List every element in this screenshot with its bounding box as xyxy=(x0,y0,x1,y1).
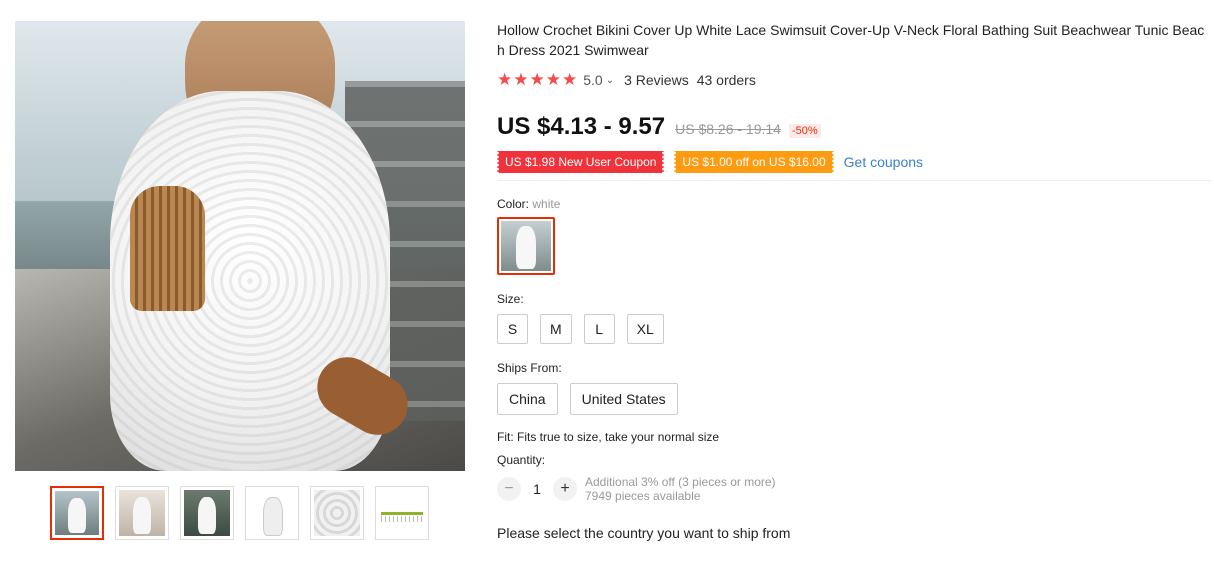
image-bamboo-bag xyxy=(130,186,205,311)
thumbnail-1[interactable] xyxy=(50,486,104,540)
color-label: Color: xyxy=(497,197,530,211)
star-rating: ★ ★ ★ ★ ★ xyxy=(497,70,577,90)
main-product-image[interactable] xyxy=(15,21,465,471)
ships-from-united-states[interactable]: United States xyxy=(569,383,678,415)
color-label-row: Color: white xyxy=(497,197,1212,211)
quantity-info: Additional 3% off (3 pieces or more) 794… xyxy=(585,475,776,503)
divider xyxy=(497,180,1212,181)
ships-from-options: China United States xyxy=(497,383,1212,415)
star-icon: ★ xyxy=(562,70,578,89)
thumbnail-6[interactable] xyxy=(375,486,429,540)
ships-from-label: Ships From: xyxy=(497,361,562,375)
orders-count: 43 orders xyxy=(696,72,756,88)
store-coupon[interactable]: US $1.00 off on US $16.00 xyxy=(673,151,835,173)
plus-icon[interactable]: + xyxy=(553,477,577,501)
size-option-m[interactable]: M xyxy=(540,314,572,344)
star-icon: ★ xyxy=(497,70,513,89)
product-info-panel: Hollow Crochet Bikini Cover Up White Lac… xyxy=(495,20,1212,541)
price-row: US $4.13 - 9.57 US $8.26 - 19.14 -50% xyxy=(497,113,1212,141)
color-swatch-image xyxy=(501,221,551,271)
current-price: US $4.13 - 9.57 xyxy=(497,113,666,140)
star-icon: ★ xyxy=(513,70,529,89)
bulk-discount-note: Additional 3% off (3 pieces or more) xyxy=(585,475,776,489)
original-price: US $8.26 - 19.14 xyxy=(675,121,781,137)
size-label: Size: xyxy=(497,292,524,306)
size-options: S M L XL xyxy=(497,314,1212,344)
star-icon: ★ xyxy=(545,70,561,89)
discount-badge: -50% xyxy=(788,124,821,138)
minus-icon[interactable]: − xyxy=(497,477,521,501)
star-icon: ★ xyxy=(529,70,545,89)
ships-from-china[interactable]: China xyxy=(497,383,558,415)
reviews-link[interactable]: 3 Reviews xyxy=(624,72,689,88)
size-option-xl[interactable]: XL xyxy=(626,314,664,344)
get-coupons-link[interactable]: Get coupons xyxy=(844,154,923,170)
ship-country-message: Please select the country you want to sh… xyxy=(497,525,791,541)
color-swatch-white[interactable] xyxy=(497,217,555,275)
rating-row: ★ ★ ★ ★ ★ 5.0 ⌄ 3 Reviews 43 orders xyxy=(497,69,1212,91)
thumbnail-5[interactable] xyxy=(310,486,364,540)
quantity-value[interactable]: 1 xyxy=(521,481,553,497)
chevron-down-icon[interactable]: ⌄ xyxy=(606,75,614,86)
pieces-available: 7949 pieces available xyxy=(585,489,701,503)
new-user-coupon[interactable]: US $1.98 New User Coupon xyxy=(495,151,666,173)
fit-note: Fit: Fits true to size, take your normal… xyxy=(497,430,720,444)
thumbnail-4[interactable] xyxy=(245,486,299,540)
coupon-row: US $1.98 New User Coupon US $1.00 off on… xyxy=(495,151,1212,173)
thumbnail-2[interactable] xyxy=(115,486,169,540)
quantity-label: Quantity: xyxy=(497,453,546,467)
thumbnail-strip xyxy=(50,486,429,540)
quantity-stepper: − 1 + Additional 3% off (3 pieces or mor… xyxy=(497,475,1212,503)
size-option-l[interactable]: L xyxy=(583,314,615,344)
color-selected-value: white xyxy=(532,197,561,211)
rating-score[interactable]: 5.0 xyxy=(583,72,602,88)
thumbnail-3[interactable] xyxy=(180,486,234,540)
product-title: Hollow Crochet Bikini Cover Up White Lac… xyxy=(497,22,1205,58)
size-option-s[interactable]: S xyxy=(497,314,528,344)
